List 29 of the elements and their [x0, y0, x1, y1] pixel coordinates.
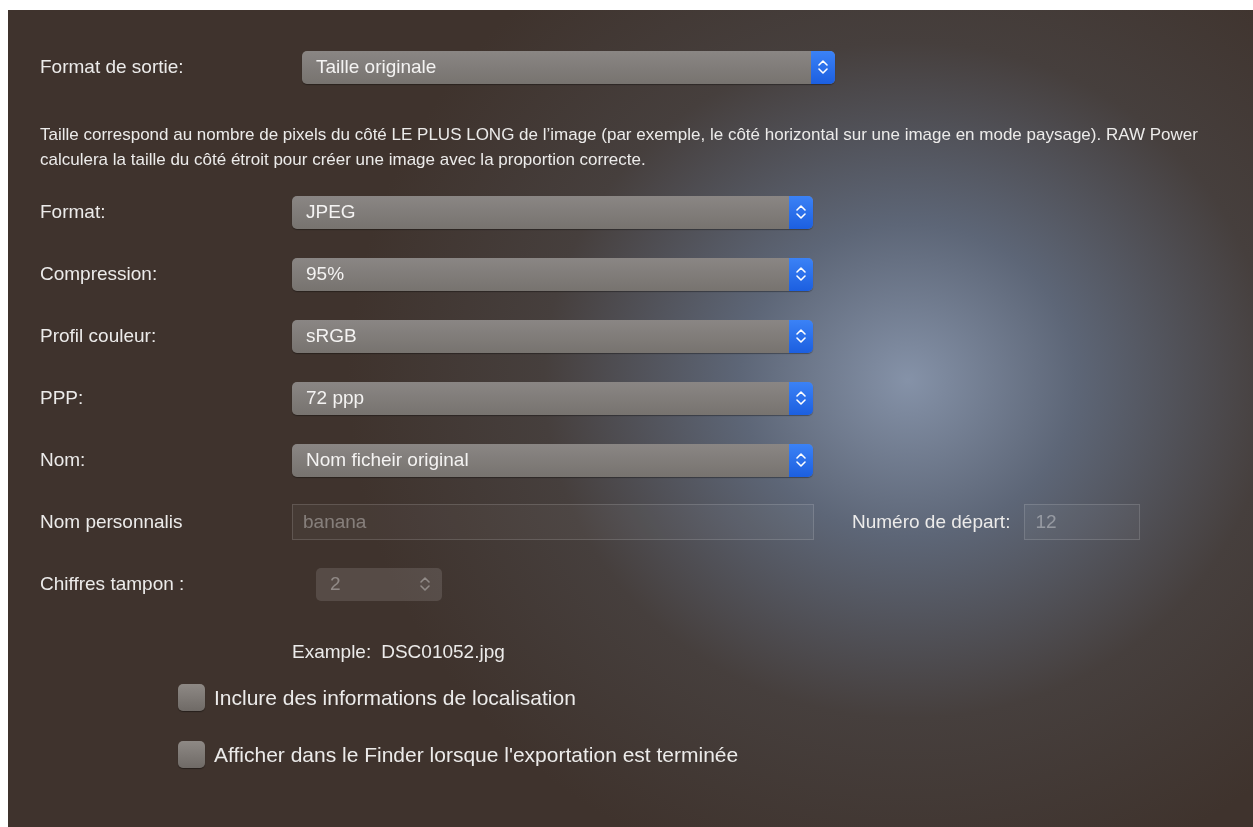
up-down-chevron-icon: [795, 203, 807, 221]
field-label: Nom:: [40, 449, 87, 471]
checkbox-label[interactable]: Afficher dans le Finder lorsque l'exportation est terminée: [214, 742, 739, 767]
popup-menu[interactable]: sRGB: [292, 319, 813, 353]
popup-menu[interactable]: 95%: [292, 257, 813, 291]
checkbox-label[interactable]: Inclure des informations de localisation: [214, 685, 576, 710]
up-down-chevron-icon: [419, 575, 431, 593]
popup-menu[interactable]: 72 ppp: [292, 381, 813, 415]
popup-menu[interactable]: Nom ficheir original: [292, 443, 813, 477]
field-label: Format:: [40, 201, 107, 223]
up-down-chevron-icon: [795, 327, 807, 345]
field-label: Nom personnalis: [40, 511, 184, 533]
field-label: PPP:: [40, 387, 85, 409]
field-label: Numéro de départ:: [852, 511, 1011, 533]
field-label: Compression:: [40, 263, 159, 285]
description-text: Taille correspond au nombre de pixels du côté LE PLUS LONG de l’image (par exemple, le côté horizontal sur une image en mode paysage). RAW Power calculera la taille du côté étroit pour créer une image avec la proportion correcte.: [40, 124, 1199, 171]
up-down-chevron-icon: [817, 58, 829, 76]
up-down-chevron-icon: [795, 265, 807, 283]
field-label: Format de sortie:: [40, 56, 185, 78]
up-down-chevron-icon: [795, 451, 807, 469]
checkbox[interactable]: [178, 741, 205, 768]
example-label: Example:: [292, 641, 372, 663]
field-label: Chiffres tampon :: [40, 573, 186, 595]
popup-menu[interactable]: JPEG: [292, 195, 813, 229]
example-filename: DSC01052.jpg: [381, 641, 505, 663]
up-down-chevron-icon: [795, 389, 807, 407]
field-label: Profil couleur:: [40, 325, 158, 347]
checkbox[interactable]: [178, 684, 205, 711]
popup-menu[interactable]: Taille originale: [302, 50, 835, 84]
